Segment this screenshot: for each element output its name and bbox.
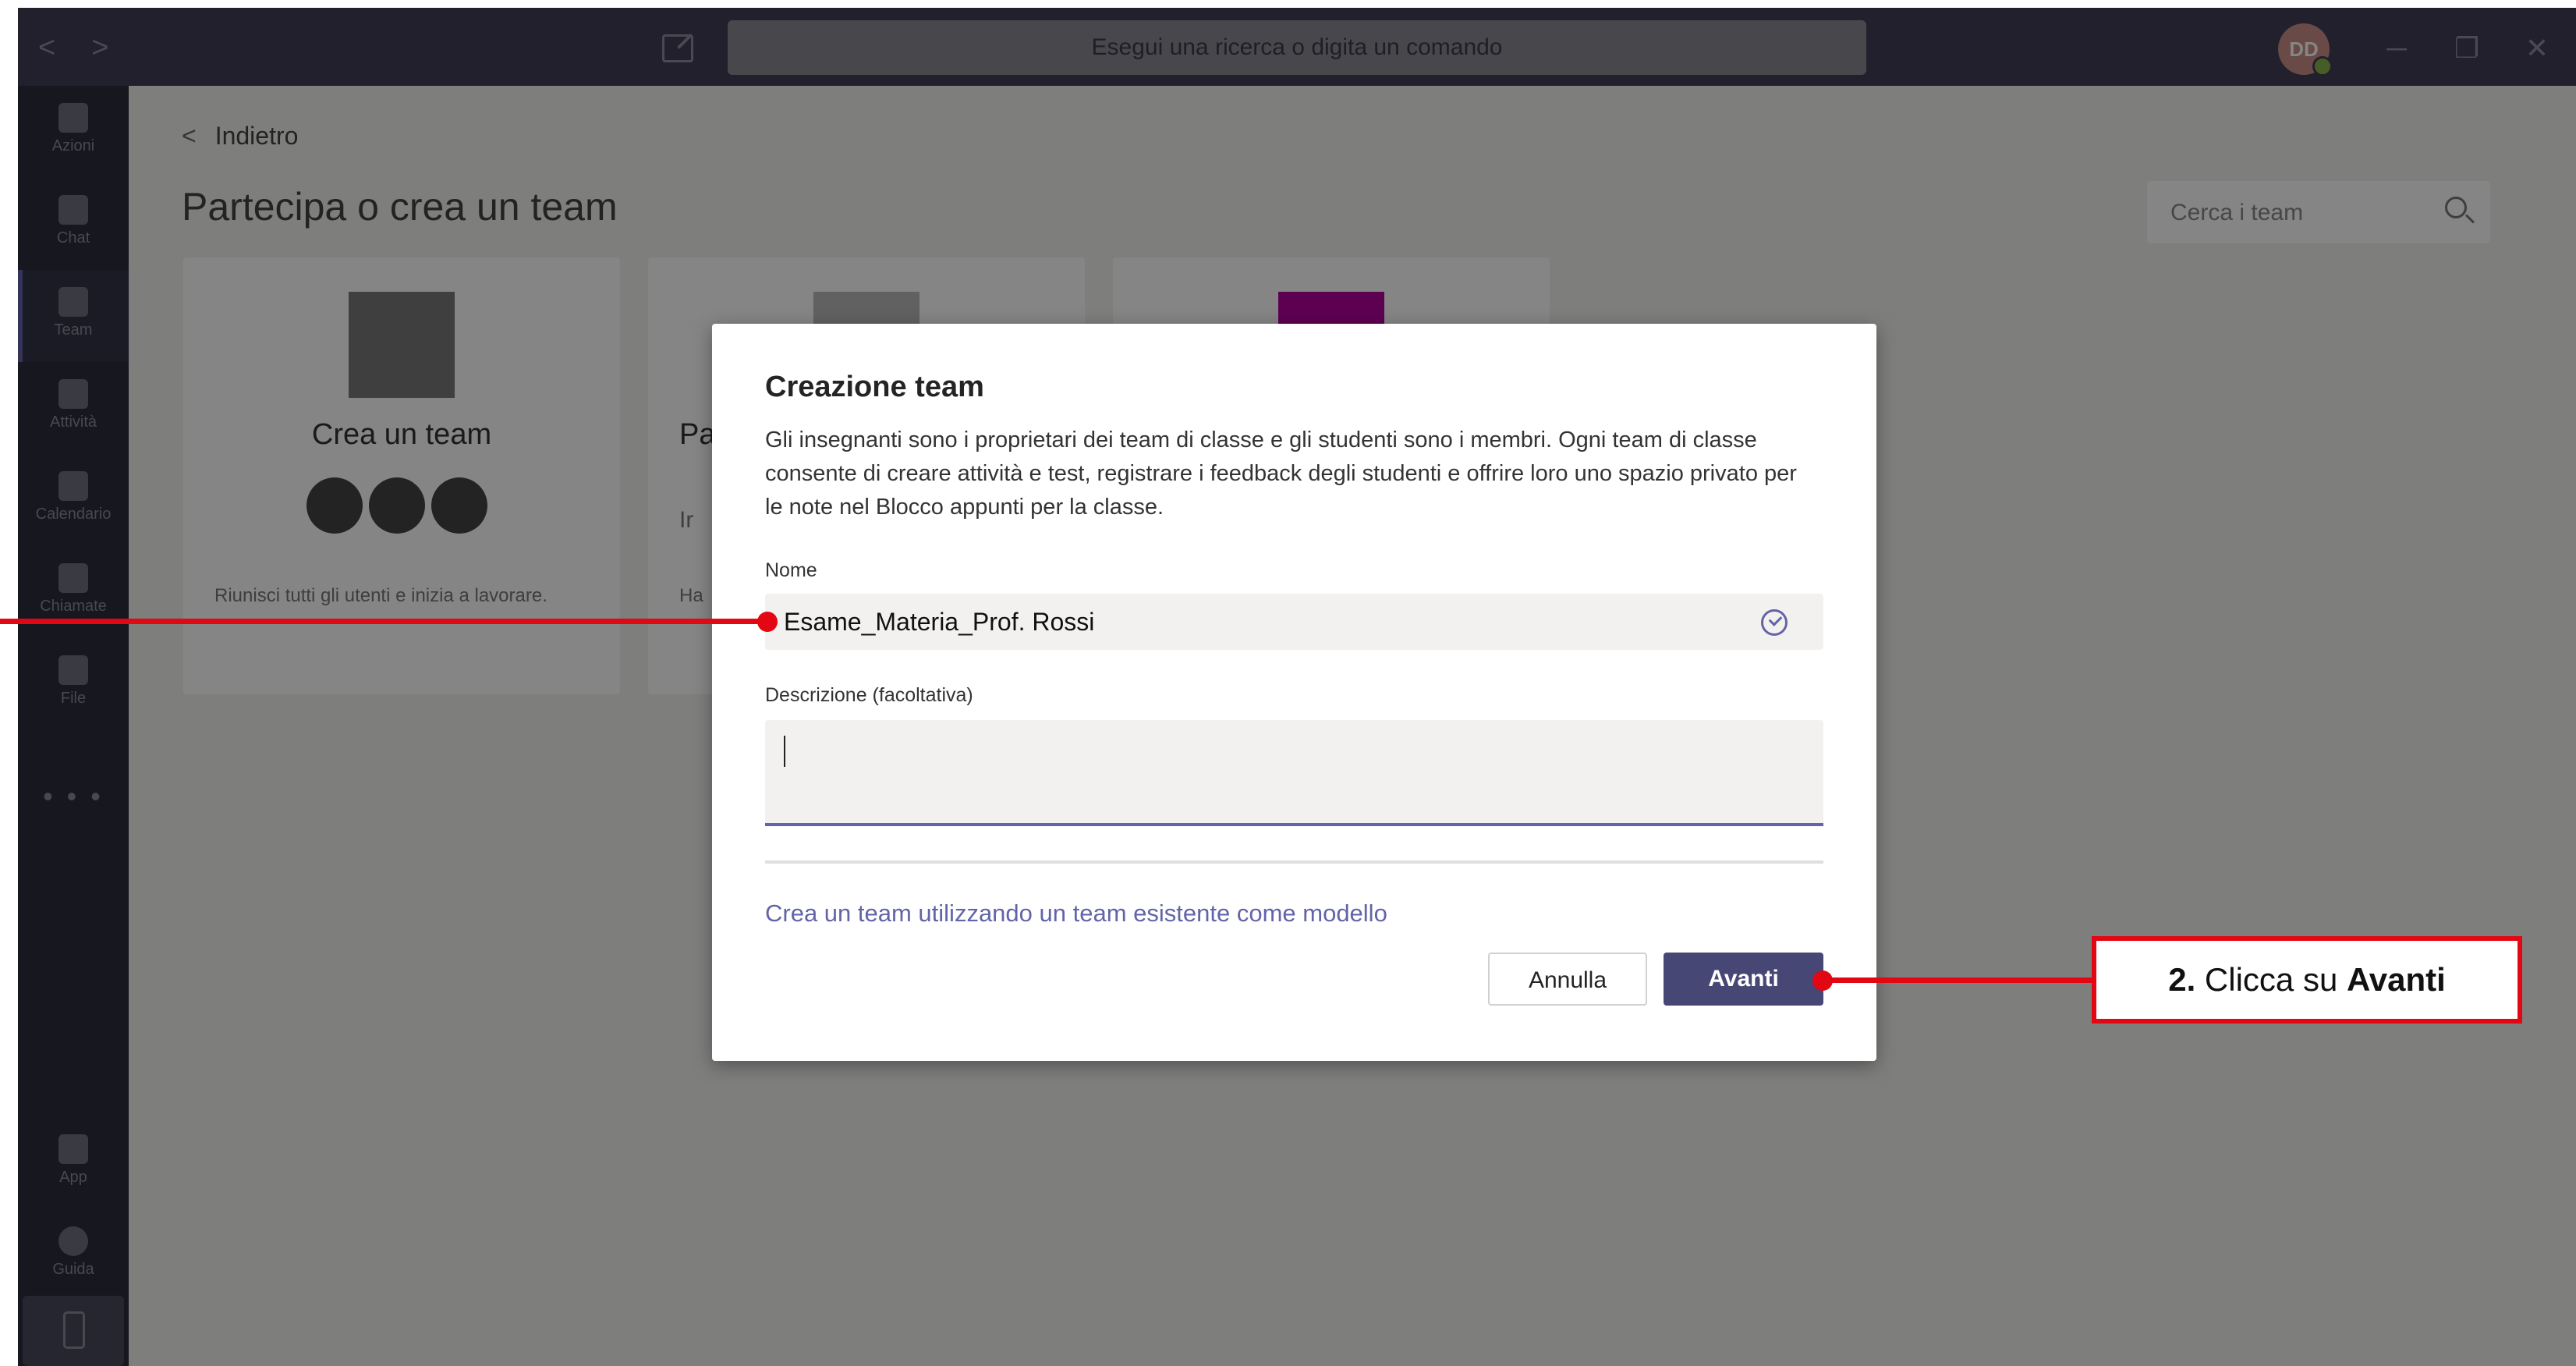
callout-line-name: [0, 619, 764, 624]
team-name-value: Esame_Materia_Prof. Rossi: [784, 608, 1095, 636]
step-target: Avanti: [2346, 961, 2446, 998]
team-description-input[interactable]: [765, 720, 1823, 826]
callout-line-next: [1822, 977, 2092, 983]
divider: [765, 860, 1823, 864]
description-label: Descrizione (facoltativa): [765, 684, 973, 706]
callout-dot-next: [1812, 970, 1833, 991]
dialog-title: Creazione team: [765, 371, 984, 403]
name-label: Nome: [765, 559, 817, 581]
check-circle-icon: [1761, 609, 1788, 636]
step-callout: 2. Clicca su Avanti: [2092, 936, 2522, 1024]
text-caret: [784, 736, 785, 767]
team-name-input[interactable]: Esame_Materia_Prof. Rossi: [765, 594, 1823, 650]
create-team-dialog: Creazione team Gli insegnanti sono i pro…: [712, 324, 1876, 1061]
dialog-description: Gli insegnanti sono i proprietari dei te…: [765, 428, 1797, 520]
next-button[interactable]: Avanti: [1664, 953, 1823, 1006]
step-text: Clicca su: [2195, 961, 2347, 998]
callout-dot-name: [757, 612, 778, 632]
use-template-link[interactable]: Crea un team utilizzando un team esisten…: [765, 899, 1387, 928]
cancel-button[interactable]: Annulla: [1488, 953, 1647, 1006]
step-number: 2.: [2168, 961, 2196, 998]
